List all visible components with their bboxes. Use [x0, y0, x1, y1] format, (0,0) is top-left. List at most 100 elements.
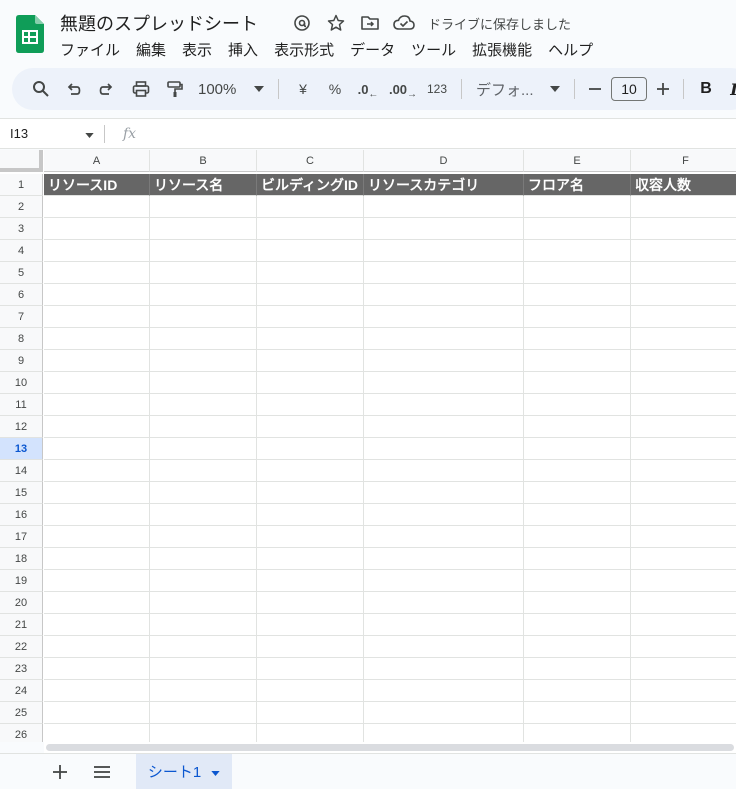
cell[interactable] — [257, 394, 364, 416]
font-select[interactable]: デフォ... — [470, 73, 566, 105]
cell[interactable] — [44, 658, 150, 680]
column-header-c[interactable]: C — [257, 150, 364, 172]
cell[interactable] — [257, 636, 364, 658]
select-all-corner[interactable] — [0, 150, 43, 172]
cell[interactable] — [631, 592, 736, 614]
row-header[interactable]: 15 — [0, 482, 43, 504]
cell[interactable] — [524, 724, 631, 742]
cell[interactable] — [631, 262, 736, 284]
cell[interactable] — [150, 526, 257, 548]
badge-icon[interactable] — [290, 12, 314, 34]
cell[interactable] — [631, 636, 736, 658]
star-icon[interactable] — [324, 12, 348, 34]
cell[interactable] — [257, 262, 364, 284]
column-header-d[interactable]: D — [364, 150, 524, 172]
cell[interactable] — [524, 570, 631, 592]
cell[interactable] — [364, 306, 524, 328]
cell[interactable] — [44, 328, 150, 350]
cell[interactable] — [257, 658, 364, 680]
cell[interactable] — [44, 350, 150, 372]
cell[interactable] — [631, 240, 736, 262]
cell[interactable] — [44, 592, 150, 614]
zoom-select[interactable]: 100% — [192, 73, 270, 105]
cell[interactable] — [257, 460, 364, 482]
cell[interactable] — [257, 306, 364, 328]
cell[interactable] — [150, 504, 257, 526]
menu-edit[interactable]: 編集 — [136, 39, 174, 60]
column-header-f[interactable]: F — [631, 150, 736, 172]
cell[interactable] — [524, 680, 631, 702]
cell[interactable] — [524, 284, 631, 306]
cell[interactable] — [364, 482, 524, 504]
cell[interactable] — [150, 636, 257, 658]
cell[interactable] — [150, 262, 257, 284]
cell[interactable] — [257, 240, 364, 262]
menu-data[interactable]: データ — [350, 39, 403, 60]
cell[interactable] — [44, 416, 150, 438]
cell[interactable] — [364, 196, 524, 218]
cell[interactable] — [631, 372, 736, 394]
cell[interactable] — [44, 724, 150, 742]
cell[interactable] — [631, 504, 736, 526]
cell[interactable] — [631, 284, 736, 306]
cell[interactable] — [150, 350, 257, 372]
cell[interactable] — [524, 394, 631, 416]
cell[interactable] — [524, 702, 631, 724]
increase-decimal-button[interactable]: .00 → — [385, 73, 421, 105]
cell[interactable] — [364, 328, 524, 350]
name-box[interactable]: I13 — [0, 126, 100, 141]
row-header[interactable]: 9 — [0, 350, 43, 372]
column-header-a[interactable]: A — [44, 150, 150, 172]
cell[interactable] — [524, 306, 631, 328]
cell[interactable] — [364, 372, 524, 394]
cell[interactable] — [257, 702, 364, 724]
increase-font-size-icon[interactable] — [651, 73, 675, 105]
cell[interactable] — [364, 460, 524, 482]
cell[interactable] — [364, 438, 524, 460]
cell[interactable] — [257, 372, 364, 394]
redo-icon[interactable] — [90, 73, 124, 105]
cell[interactable] — [524, 218, 631, 240]
bold-button[interactable]: B — [692, 73, 720, 105]
cell[interactable] — [364, 592, 524, 614]
row-header[interactable]: 8 — [0, 328, 43, 350]
cell[interactable] — [150, 614, 257, 636]
row-header[interactable]: 1 — [0, 174, 43, 196]
cell[interactable] — [524, 328, 631, 350]
sheet-tab[interactable]: シート1 — [136, 754, 232, 789]
row-header[interactable]: 4 — [0, 240, 43, 262]
add-sheet-icon[interactable] — [48, 760, 72, 784]
cell[interactable] — [631, 196, 736, 218]
cell[interactable] — [44, 306, 150, 328]
cell[interactable] — [631, 658, 736, 680]
cell[interactable] — [631, 218, 736, 240]
menu-help[interactable]: ヘルプ — [548, 39, 601, 60]
row-header[interactable]: 2 — [0, 196, 43, 218]
row-header[interactable]: 16 — [0, 504, 43, 526]
row-header[interactable]: 26 — [0, 724, 43, 742]
cell[interactable] — [364, 526, 524, 548]
row-header[interactable]: 21 — [0, 614, 43, 636]
cell[interactable] — [364, 262, 524, 284]
header-cell[interactable]: リソースID — [44, 174, 150, 196]
cell[interactable] — [44, 636, 150, 658]
horizontal-scrollbar[interactable] — [44, 742, 736, 753]
cell[interactable] — [150, 702, 257, 724]
header-cell[interactable]: フロア名 — [524, 174, 631, 196]
cell[interactable] — [364, 636, 524, 658]
cell[interactable] — [631, 724, 736, 742]
cell[interactable] — [44, 548, 150, 570]
header-cell[interactable]: リソース名 — [150, 174, 257, 196]
header-cell[interactable]: リソースカテゴリ — [364, 174, 524, 196]
menu-view[interactable]: 表示 — [182, 39, 220, 60]
cell[interactable] — [364, 548, 524, 570]
cell[interactable] — [524, 196, 631, 218]
row-header[interactable]: 25 — [0, 702, 43, 724]
row-header[interactable]: 7 — [0, 306, 43, 328]
cell[interactable] — [44, 240, 150, 262]
menu-insert[interactable]: 挿入 — [228, 39, 266, 60]
header-cell[interactable]: 収容人数 — [631, 174, 736, 196]
cell[interactable] — [524, 438, 631, 460]
decrease-font-size-icon[interactable] — [583, 73, 607, 105]
row-header[interactable]: 12 — [0, 416, 43, 438]
